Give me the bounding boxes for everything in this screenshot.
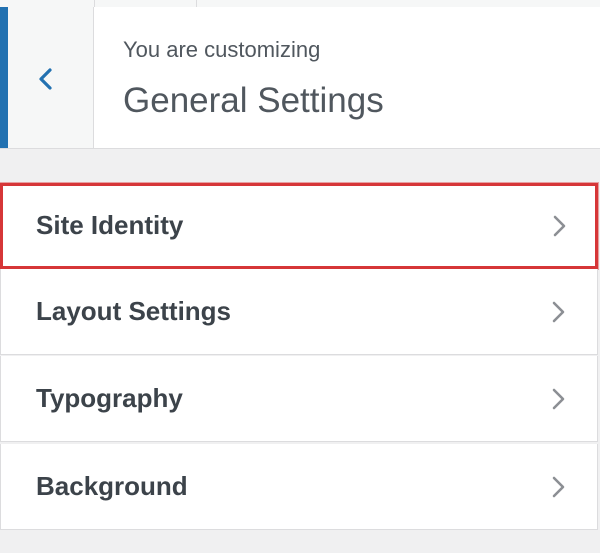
section-label: Background xyxy=(36,471,188,501)
customizer-panel: You are customizing General Settings Sit… xyxy=(0,0,600,553)
section-label: Layout Settings xyxy=(36,296,232,326)
section-label: Typography xyxy=(36,383,183,413)
header-subtitle: You are customizing xyxy=(123,37,321,62)
back-button-accent xyxy=(0,7,8,148)
chevron-right-icon xyxy=(552,388,565,410)
section-layout-settings[interactable]: Layout Settings xyxy=(0,269,598,355)
section-site-identity[interactable]: Site Identity xyxy=(0,183,598,269)
section-background[interactable]: Background xyxy=(0,444,598,530)
section-typography[interactable]: Typography xyxy=(0,356,598,442)
chevron-right-icon xyxy=(552,476,565,498)
chevron-left-icon xyxy=(39,68,52,90)
chevron-right-icon xyxy=(552,301,565,323)
back-button[interactable] xyxy=(0,7,94,148)
chevron-right-icon xyxy=(553,215,566,237)
toolbar-divider xyxy=(196,0,197,7)
page-title: General Settings xyxy=(123,81,384,120)
toolbar-divider xyxy=(94,0,95,7)
section-label: Site Identity xyxy=(36,210,184,240)
customizer-header: You are customizing General Settings xyxy=(0,7,600,149)
